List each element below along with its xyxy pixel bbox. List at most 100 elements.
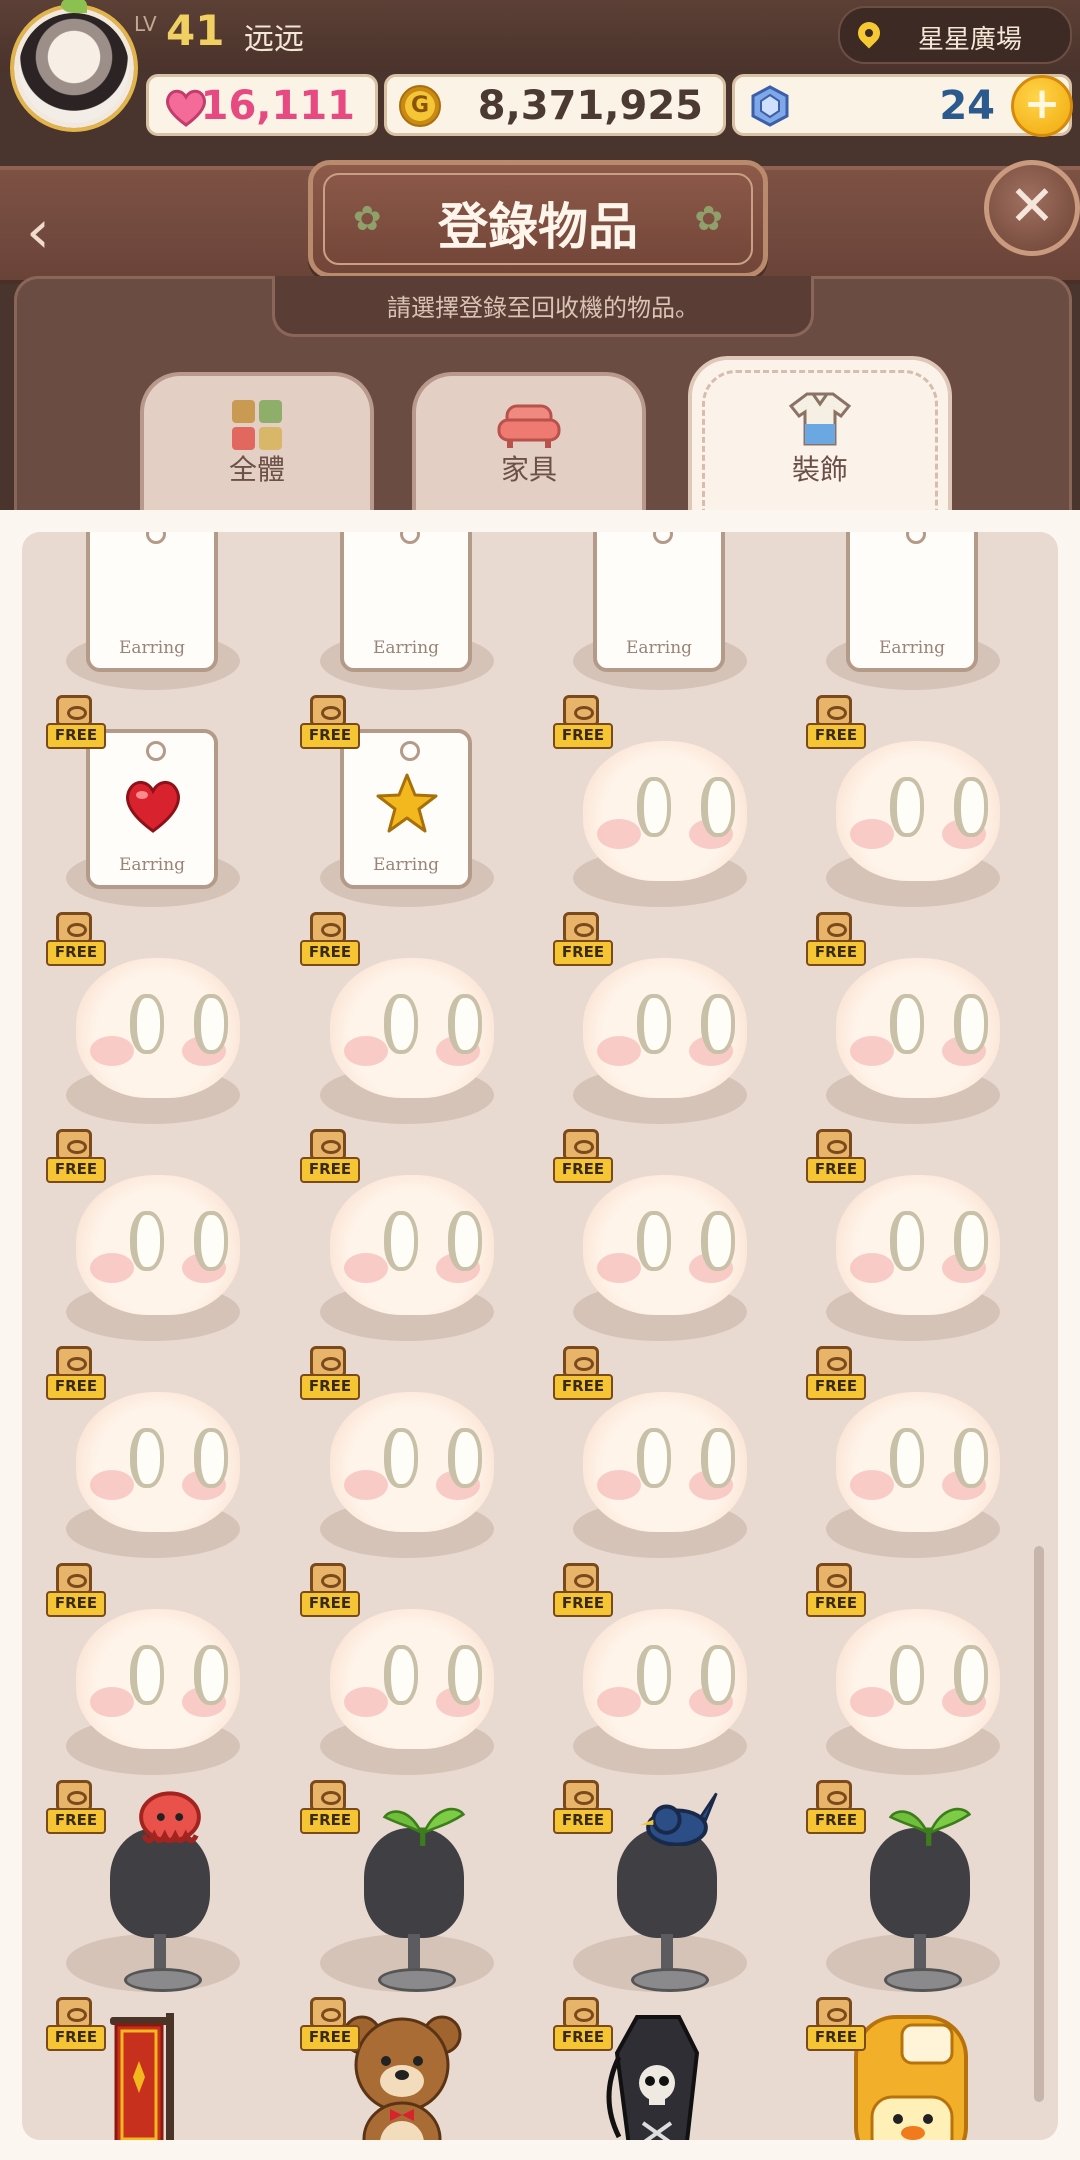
- item-cell[interactable]: FREE: [46, 912, 252, 1130]
- tab-label: 家具: [500, 453, 557, 486]
- free-label: FREE: [553, 2025, 613, 2051]
- item-cell[interactable]: Earring FREE: [300, 695, 506, 913]
- eye-shape: [448, 994, 482, 1054]
- item-cell[interactable]: FREE: [300, 1997, 506, 2140]
- cheek-blush: [597, 1036, 641, 1066]
- item-cell[interactable]: FREE: [806, 1346, 1012, 1564]
- tag-hole: [906, 532, 926, 544]
- free-label: FREE: [553, 1157, 613, 1183]
- grid-icon: [232, 400, 282, 450]
- item-cell[interactable]: FREE: [46, 1129, 252, 1347]
- heart-count: 16,111: [200, 83, 355, 129]
- item-cell[interactable]: FREE: [300, 912, 506, 1130]
- tab-all[interactable]: 全體: [140, 372, 374, 512]
- item-cell[interactable]: FREE: [46, 1346, 252, 1564]
- eye-shape: [448, 1211, 482, 1271]
- location-button[interactable]: 星星廣場: [838, 6, 1072, 64]
- free-label: FREE: [553, 1591, 613, 1617]
- item-cell[interactable]: FREE: [553, 1129, 759, 1347]
- cheek-blush: [344, 1687, 388, 1717]
- cheek-blush: [344, 1470, 388, 1500]
- eye-shape: [637, 777, 671, 837]
- eye-shape: [130, 1645, 164, 1705]
- free-badge: FREE: [806, 912, 866, 976]
- item-cell[interactable]: FREE: [46, 1780, 252, 1998]
- item-grid[interactable]: Earring Earring Earring Earring Earring FREE E…: [22, 532, 1058, 2140]
- eye-shape: [954, 994, 988, 1054]
- face-preview: [583, 1175, 747, 1315]
- earring-tag: Earring: [593, 532, 725, 672]
- free-badge: FREE: [553, 912, 613, 976]
- item-cell[interactable]: FREE: [300, 1563, 506, 1781]
- free-badge: FREE: [300, 1129, 360, 1193]
- item-cell[interactable]: Earring: [559, 532, 759, 696]
- free-label: FREE: [553, 940, 613, 966]
- item-cell[interactable]: FREE: [806, 912, 1012, 1130]
- tab-decoration[interactable]: 裝飾: [688, 356, 952, 512]
- free-badge: FREE: [300, 695, 360, 759]
- free-badge: FREE: [806, 1129, 866, 1193]
- scrollbar[interactable]: [1034, 1546, 1044, 2102]
- eye-shape: [130, 1428, 164, 1488]
- item-cell[interactable]: FREE: [806, 1997, 1012, 2140]
- eye-shape: [384, 1645, 418, 1705]
- cheek-blush: [344, 1253, 388, 1283]
- skull-coffin-backpack-icon: [606, 2015, 700, 2140]
- eye-shape: [954, 1645, 988, 1705]
- cheek-blush: [344, 1036, 388, 1066]
- level-prefix: LV: [134, 12, 157, 36]
- item-cell[interactable]: FREE: [46, 1997, 252, 2140]
- cheek-blush: [597, 1687, 641, 1717]
- free-label: FREE: [300, 1591, 360, 1617]
- eye-shape: [637, 1645, 671, 1705]
- eye-shape: [637, 1211, 671, 1271]
- item-cell[interactable]: FREE: [46, 1563, 252, 1781]
- free-label: FREE: [46, 1591, 106, 1617]
- item-cell[interactable]: FREE: [806, 695, 1012, 913]
- item-cell[interactable]: Earring FREE: [46, 695, 252, 913]
- gold-count: 8,371,925: [477, 83, 703, 129]
- item-cell[interactable]: FREE: [553, 1780, 759, 1998]
- earring-label: Earring: [878, 638, 946, 658]
- eye-shape: [701, 1428, 735, 1488]
- eye-shape: [194, 994, 228, 1054]
- gold-star-icon: [376, 773, 438, 833]
- item-cell[interactable]: FREE: [300, 1129, 506, 1347]
- back-button[interactable]: ‹: [10, 192, 66, 272]
- item-cell[interactable]: Earring: [52, 532, 252, 696]
- cheek-blush: [597, 1253, 641, 1283]
- free-badge: FREE: [300, 912, 360, 976]
- eye-shape: [384, 994, 418, 1054]
- item-cell[interactable]: Earring: [812, 532, 1012, 696]
- sofa-icon: [497, 404, 561, 448]
- free-label: FREE: [46, 1374, 106, 1400]
- gold-coin-icon: G: [399, 85, 441, 127]
- item-cell[interactable]: Earring: [306, 532, 506, 696]
- face-preview: [583, 741, 747, 881]
- eye-shape: [890, 777, 924, 837]
- free-label: FREE: [806, 1808, 866, 1834]
- item-cell[interactable]: FREE: [553, 1997, 759, 2140]
- eye-shape: [890, 1211, 924, 1271]
- item-cell[interactable]: FREE: [806, 1129, 1012, 1347]
- add-gems-button[interactable]: +: [1011, 75, 1073, 137]
- location-pin-icon: [853, 17, 885, 49]
- item-cell[interactable]: FREE: [553, 912, 759, 1130]
- free-label: FREE: [553, 723, 613, 749]
- item-cell[interactable]: FREE: [553, 1563, 759, 1781]
- item-cell[interactable]: FREE: [806, 1780, 1012, 1998]
- item-cell[interactable]: FREE: [806, 1563, 1012, 1781]
- item-cell[interactable]: FREE: [300, 1346, 506, 1564]
- item-cell[interactable]: FREE: [300, 1780, 506, 1998]
- free-label: FREE: [806, 2025, 866, 2051]
- item-cell[interactable]: FREE: [553, 1346, 759, 1564]
- eye-shape: [130, 994, 164, 1054]
- face-preview: [836, 1175, 1000, 1315]
- free-badge: FREE: [46, 695, 106, 759]
- tab-furniture[interactable]: 家具: [412, 372, 646, 512]
- close-button[interactable]: ✕: [984, 160, 1080, 256]
- player-avatar[interactable]: [14, 0, 134, 128]
- item-cell[interactable]: FREE: [553, 695, 759, 913]
- free-badge: FREE: [46, 1346, 106, 1410]
- eye-shape: [890, 994, 924, 1054]
